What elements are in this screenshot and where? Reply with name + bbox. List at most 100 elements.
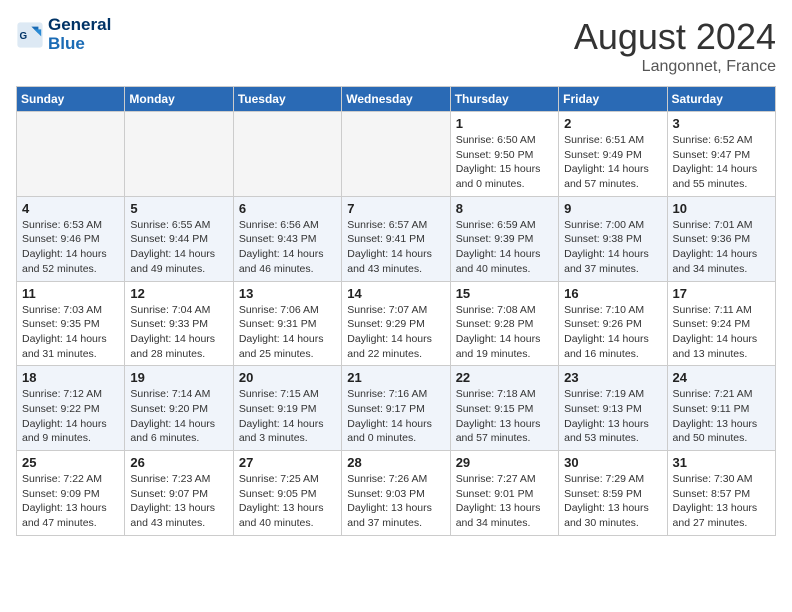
- calendar-day-cell: 22Sunrise: 7:18 AMSunset: 9:15 PMDayligh…: [450, 366, 558, 451]
- day-info: Sunrise: 7:01 AMSunset: 9:36 PMDaylight:…: [673, 218, 770, 277]
- day-info: Sunrise: 6:55 AMSunset: 9:44 PMDaylight:…: [130, 218, 227, 277]
- calendar-day-cell: 4 Sunrise: 6:53 AMSunset: 9:46 PMDaylight…: [17, 196, 125, 281]
- calendar-day-cell: 18 Sunrise: 7:12 AMSunset: 9:22 PMDayligh…: [17, 366, 125, 451]
- day-number: 24: [673, 370, 770, 385]
- day-number: 9: [564, 201, 661, 216]
- day-number: 1: [456, 116, 553, 131]
- day-number: 18: [22, 370, 119, 385]
- day-info: Sunrise: 6:53 AMSunset: 9:46 PMDaylight:…: [22, 218, 119, 277]
- day-info: Sunrise: 7:21 AMSunset: 9:11 PMDaylight:…: [673, 387, 770, 446]
- calendar-day-cell: 29 Sunrise: 7:27 AMSunset: 9:01 PMDayligh…: [450, 451, 558, 536]
- calendar-day-cell: 25 Sunrise: 7:22 AMSunset: 9:09 PMDayligh…: [17, 451, 125, 536]
- day-number: 4: [22, 201, 119, 216]
- day-info: Sunrise: 7:27 AMSunset: 9:01 PMDaylight:…: [456, 472, 553, 531]
- calendar-day-cell: 28 Sunrise: 7:26 AMSunset: 9:03 PMDayligh…: [342, 451, 450, 536]
- calendar-week-row: 25 Sunrise: 7:22 AMSunset: 9:09 PMDayligh…: [17, 451, 776, 536]
- day-number: 6: [239, 201, 336, 216]
- calendar-day-cell: 9 Sunrise: 7:00 AMSunset: 9:38 PMDaylight…: [559, 196, 667, 281]
- calendar-day-cell: 7 Sunrise: 6:57 AMSunset: 9:41 PMDaylight…: [342, 196, 450, 281]
- day-number: 15: [456, 286, 553, 301]
- day-info: Sunrise: 7:15 AMSunset: 9:19 PMDaylight:…: [239, 387, 336, 446]
- day-info: Sunrise: 7:12 AMSunset: 9:22 PMDaylight:…: [22, 387, 119, 446]
- calendar-day-cell: 3 Sunrise: 6:52 AMSunset: 9:47 PMDaylight…: [667, 112, 775, 197]
- calendar-day-cell: 1 Sunrise: 6:50 AMSunset: 9:50 PMDaylight…: [450, 112, 558, 197]
- calendar-day-cell: 10 Sunrise: 7:01 AMSunset: 9:36 PMDayligh…: [667, 196, 775, 281]
- day-info: Sunrise: 6:56 AMSunset: 9:43 PMDaylight:…: [239, 218, 336, 277]
- location: Langonnet, France: [574, 58, 776, 76]
- day-info: Sunrise: 7:19 AMSunset: 9:13 PMDaylight:…: [564, 387, 661, 446]
- day-info: Sunrise: 6:57 AMSunset: 9:41 PMDaylight:…: [347, 218, 444, 277]
- weekday-header-row: SundayMondayTuesdayWednesdayThursdayFrid…: [17, 87, 776, 112]
- calendar-day-cell: 2 Sunrise: 6:51 AMSunset: 9:49 PMDaylight…: [559, 112, 667, 197]
- day-number: 27: [239, 455, 336, 470]
- calendar-day-cell: 24 Sunrise: 7:21 AMSunset: 9:11 PMDayligh…: [667, 366, 775, 451]
- day-number: 29: [456, 455, 553, 470]
- day-info: Sunrise: 7:29 AMSunset: 8:59 PMDaylight:…: [564, 472, 661, 531]
- day-info: Sunrise: 6:51 AMSunset: 9:49 PMDaylight:…: [564, 133, 661, 192]
- calendar-day-cell: 11 Sunrise: 7:03 AMSunset: 9:35 PMDayligh…: [17, 281, 125, 366]
- calendar-table: SundayMondayTuesdayWednesdayThursdayFrid…: [16, 86, 776, 536]
- day-number: 2: [564, 116, 661, 131]
- calendar-week-row: 1 Sunrise: 6:50 AMSunset: 9:50 PMDaylight…: [17, 112, 776, 197]
- day-info: Sunrise: 7:25 AMSunset: 9:05 PMDaylight:…: [239, 472, 336, 531]
- day-info: Sunrise: 7:08 AMSunset: 9:28 PMDaylight:…: [456, 303, 553, 362]
- calendar-day-cell: 6 Sunrise: 6:56 AMSunset: 9:43 PMDaylight…: [233, 196, 341, 281]
- day-info: Sunrise: 7:30 AMSunset: 8:57 PMDaylight:…: [673, 472, 770, 531]
- weekday-header: Monday: [125, 87, 233, 112]
- logo: G General Blue: [16, 16, 111, 53]
- weekday-header: Sunday: [17, 87, 125, 112]
- logo-icon: G: [16, 21, 44, 49]
- weekday-header: Wednesday: [342, 87, 450, 112]
- day-number: 14: [347, 286, 444, 301]
- day-info: Sunrise: 7:04 AMSunset: 9:33 PMDaylight:…: [130, 303, 227, 362]
- day-number: 3: [673, 116, 770, 131]
- logo-line1: General: [48, 16, 111, 35]
- calendar-day-cell: 17Sunrise: 7:11 AMSunset: 9:24 PMDayligh…: [667, 281, 775, 366]
- calendar-day-cell: 5 Sunrise: 6:55 AMSunset: 9:44 PMDaylight…: [125, 196, 233, 281]
- day-info: Sunrise: 7:03 AMSunset: 9:35 PMDaylight:…: [22, 303, 119, 362]
- day-info: Sunrise: 7:00 AMSunset: 9:38 PMDaylight:…: [564, 218, 661, 277]
- calendar-day-cell: [233, 112, 341, 197]
- logo-line2: Blue: [48, 35, 111, 54]
- day-number: 19: [130, 370, 227, 385]
- day-number: 23: [564, 370, 661, 385]
- day-info: Sunrise: 6:52 AMSunset: 9:47 PMDaylight:…: [673, 133, 770, 192]
- title-block: August 2024 Langonnet, France: [574, 16, 776, 76]
- calendar-day-cell: [125, 112, 233, 197]
- day-number: 17: [673, 286, 770, 301]
- svg-text:G: G: [20, 31, 28, 42]
- day-number: 10: [673, 201, 770, 216]
- day-info: Sunrise: 7:16 AMSunset: 9:17 PMDaylight:…: [347, 387, 444, 446]
- day-number: 26: [130, 455, 227, 470]
- month-title: August 2024: [574, 16, 776, 58]
- calendar-week-row: 4 Sunrise: 6:53 AMSunset: 9:46 PMDaylight…: [17, 196, 776, 281]
- day-info: Sunrise: 7:14 AMSunset: 9:20 PMDaylight:…: [130, 387, 227, 446]
- day-info: Sunrise: 7:07 AMSunset: 9:29 PMDaylight:…: [347, 303, 444, 362]
- weekday-header: Saturday: [667, 87, 775, 112]
- day-number: 25: [22, 455, 119, 470]
- day-number: 8: [456, 201, 553, 216]
- calendar-day-cell: 20Sunrise: 7:15 AMSunset: 9:19 PMDayligh…: [233, 366, 341, 451]
- weekday-header: Friday: [559, 87, 667, 112]
- calendar-day-cell: 16Sunrise: 7:10 AMSunset: 9:26 PMDayligh…: [559, 281, 667, 366]
- calendar-day-cell: [17, 112, 125, 197]
- weekday-header: Thursday: [450, 87, 558, 112]
- calendar-week-row: 11 Sunrise: 7:03 AMSunset: 9:35 PMDayligh…: [17, 281, 776, 366]
- day-number: 11: [22, 286, 119, 301]
- day-info: Sunrise: 7:22 AMSunset: 9:09 PMDaylight:…: [22, 472, 119, 531]
- day-number: 7: [347, 201, 444, 216]
- day-info: Sunrise: 6:50 AMSunset: 9:50 PMDaylight:…: [456, 133, 553, 192]
- day-number: 21: [347, 370, 444, 385]
- calendar-day-cell: 30Sunrise: 7:29 AMSunset: 8:59 PMDayligh…: [559, 451, 667, 536]
- day-info: Sunrise: 7:26 AMSunset: 9:03 PMDaylight:…: [347, 472, 444, 531]
- day-number: 28: [347, 455, 444, 470]
- day-info: Sunrise: 7:06 AMSunset: 9:31 PMDaylight:…: [239, 303, 336, 362]
- calendar-day-cell: [342, 112, 450, 197]
- calendar-day-cell: 15 Sunrise: 7:08 AMSunset: 9:28 PMDayligh…: [450, 281, 558, 366]
- day-info: Sunrise: 7:23 AMSunset: 9:07 PMDaylight:…: [130, 472, 227, 531]
- day-number: 5: [130, 201, 227, 216]
- page-header: G General Blue August 2024 Langonnet, Fr…: [16, 16, 776, 76]
- calendar-day-cell: 13Sunrise: 7:06 AMSunset: 9:31 PMDayligh…: [233, 281, 341, 366]
- day-number: 22: [456, 370, 553, 385]
- calendar-day-cell: 27 Sunrise: 7:25 AMSunset: 9:05 PMDayligh…: [233, 451, 341, 536]
